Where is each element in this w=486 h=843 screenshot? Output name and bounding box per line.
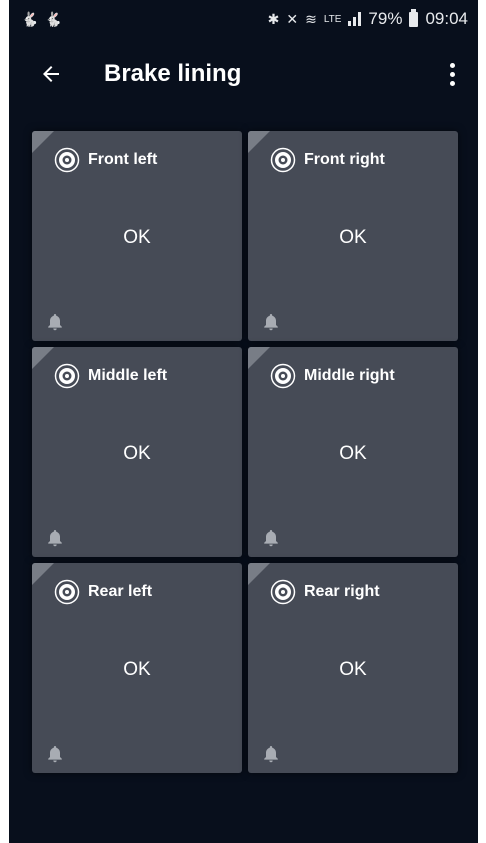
back-button[interactable] [29, 52, 73, 96]
bell-icon [264, 746, 278, 763]
corner-marker [32, 347, 54, 369]
bell-icon [48, 530, 62, 547]
bluetooth-icon: ✱ [267, 11, 280, 27]
battery-icon [409, 8, 419, 27]
mute-icon: ✕ [286, 11, 299, 27]
app-bar: Brake lining [9, 38, 478, 110]
corner-marker [248, 131, 270, 153]
tile-status: OK [339, 227, 367, 248]
corner-marker [32, 131, 54, 153]
brake-disc-icon [270, 363, 296, 389]
clock: 09:04 [425, 9, 468, 28]
status-right: ✱ ✕ ≋ LTE 79% 09:04 [267, 8, 478, 29]
page-title: Brake lining [104, 60, 242, 87]
tile-rear-right[interactable]: Rear right OK [248, 563, 458, 773]
rabbit-notification-icon: 🐇 [21, 11, 39, 27]
more-options-button[interactable] [430, 52, 474, 96]
tile-status: OK [339, 659, 367, 680]
tile-status: OK [123, 443, 151, 464]
lte-label: LTE [323, 13, 342, 25]
wifi-icon: ≋ [305, 11, 317, 27]
arrow-left-icon [43, 66, 59, 82]
tile-label: Rear right [304, 583, 380, 600]
battery-percent: 79% [368, 9, 403, 28]
brake-disc-icon [54, 147, 80, 173]
tile-middle-left[interactable]: Middle left OK [32, 347, 242, 557]
brake-disc-icon [270, 147, 296, 173]
tile-status: OK [123, 227, 151, 248]
corner-marker [248, 347, 270, 369]
bell-icon [48, 314, 62, 331]
brake-disc-icon [54, 579, 80, 605]
tile-middle-right[interactable]: Middle right OK [248, 347, 458, 557]
bell-icon [264, 530, 278, 547]
more-vert-icon [449, 62, 455, 68]
brake-lining-grid: Front left OK Front right OK Middle left… [32, 131, 460, 773]
brake-disc-icon [270, 579, 296, 605]
tile-front-left[interactable]: Front left OK [32, 131, 242, 341]
status-bar: 🐇 🐇 ✱ ✕ ≋ LTE 79% 09:04 [9, 0, 478, 38]
bell-icon [48, 746, 62, 763]
tile-status: OK [123, 659, 151, 680]
bell-icon [264, 314, 278, 331]
status-left: 🐇 🐇 [9, 12, 62, 26]
tile-front-right[interactable]: Front right OK [248, 131, 458, 341]
signal-icon [348, 12, 362, 26]
tile-label: Middle right [304, 367, 395, 384]
tile-status: OK [339, 443, 367, 464]
corner-marker [32, 563, 54, 585]
tile-label: Rear left [88, 583, 153, 600]
tile-rear-left[interactable]: Rear left OK [32, 563, 242, 773]
rabbit-notification-icon: 🐇 [44, 11, 62, 27]
corner-marker [248, 563, 270, 585]
tile-label: Front left [88, 151, 158, 168]
tile-label: Front right [304, 151, 385, 168]
phone-screen: 🐇 🐇 ✱ ✕ ≋ LTE 79% 09:04 Brake lining Fro… [9, 0, 478, 843]
brake-disc-icon [54, 363, 80, 389]
tile-label: Middle left [88, 367, 168, 384]
